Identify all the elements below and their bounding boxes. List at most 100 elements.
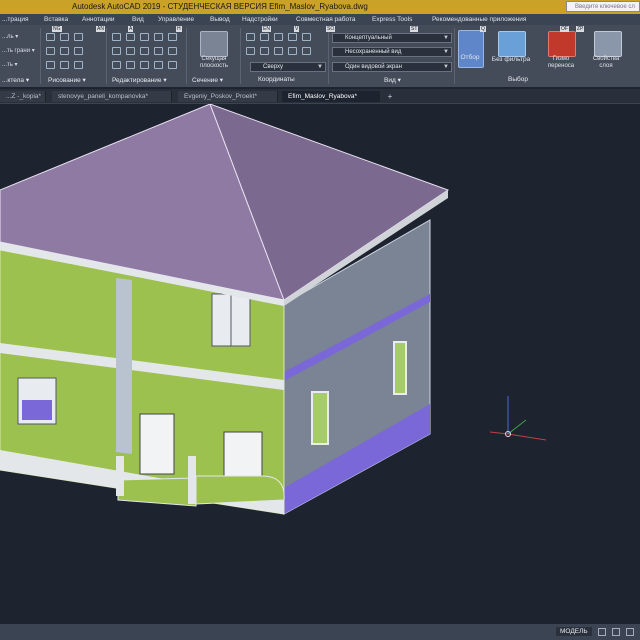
view-direction-dropdown[interactable]: Сверху ▼	[250, 62, 326, 72]
layer-properties-icon[interactable]	[594, 31, 622, 57]
ellipse-icon[interactable]	[74, 47, 83, 55]
side-window-lower	[311, 391, 329, 445]
polyline-icon[interactable]	[60, 33, 69, 41]
layer-properties-label[interactable]: Свойства слоя	[586, 56, 626, 70]
ucs-origin-icon[interactable]	[274, 33, 283, 41]
curved-terrace	[195, 475, 285, 505]
panel-label-draw[interactable]: Рисование ▾	[48, 76, 86, 84]
rotate-icon[interactable]	[126, 33, 135, 41]
copy-icon[interactable]	[154, 33, 163, 41]
rectangle-icon[interactable]	[60, 61, 69, 69]
move-gizmo-label[interactable]: Гизмо переноса	[538, 56, 584, 70]
panel-label-view[interactable]: Вид ▾	[384, 76, 401, 84]
key-badge: ST	[410, 26, 419, 32]
join-icon[interactable]	[140, 61, 149, 69]
grid-icon[interactable]	[598, 628, 606, 636]
menu-item-output[interactable]: Вывод	[210, 16, 230, 23]
panel-label-selection[interactable]: Выбор	[508, 76, 528, 83]
section-plane-label[interactable]: Секущая плоскость	[192, 56, 236, 70]
panel-separator	[40, 28, 41, 84]
no-filter-label[interactable]: Без фильтра	[486, 56, 536, 63]
side-door	[223, 431, 263, 477]
menu-item-manage[interactable]: Управление	[158, 16, 194, 23]
tab-document-1[interactable]: ...Z -_kopia*	[0, 91, 46, 102]
window-opening	[22, 400, 52, 420]
tab-document-3[interactable]: Evgeniy_Poskov_Proekt*	[178, 91, 278, 102]
porch-column	[188, 456, 196, 504]
mirror-icon[interactable]	[168, 33, 177, 41]
ucs-object-icon[interactable]	[274, 47, 283, 55]
visual-style-dropdown[interactable]: Концептуальный ▼	[332, 33, 452, 43]
ucs-icon[interactable]	[246, 33, 255, 41]
ucs-x-icon[interactable]	[288, 33, 297, 41]
menu-item-collaborate[interactable]: Совместная работа	[296, 16, 355, 23]
model-space-button[interactable]: МОДЕЛЬ	[556, 627, 592, 636]
add-tab-icon[interactable]: +	[385, 92, 395, 101]
explode-icon[interactable]	[126, 61, 135, 69]
search-input[interactable]: Введите ключевое сл	[566, 1, 640, 12]
ucs-face-icon[interactable]	[260, 47, 269, 55]
menu-item-express-tools[interactable]: Express Tools	[372, 16, 412, 23]
offset-icon[interactable]	[112, 61, 121, 69]
array-icon[interactable]	[154, 47, 163, 55]
arc-icon[interactable]	[46, 47, 55, 55]
break-icon[interactable]	[168, 61, 177, 69]
key-badge: A	[128, 26, 134, 32]
culling-button[interactable]	[458, 30, 484, 68]
tool-label-3[interactable]: ...ть ▾	[2, 61, 18, 68]
facade-pilaster	[116, 278, 132, 454]
ucs-view-icon[interactable]	[288, 47, 297, 55]
hatch-icon[interactable]	[74, 61, 83, 69]
menu-item-addins[interactable]: Надстройки	[242, 16, 278, 23]
ucs-z-icon[interactable]	[302, 47, 311, 55]
named-view-dropdown[interactable]: Несохраненный вид ▼	[332, 47, 452, 57]
chevron-down-icon: ▼	[443, 35, 449, 41]
no-filter-icon[interactable]	[498, 31, 526, 57]
menu-item-visualize[interactable]: ...трация	[2, 16, 29, 23]
panel-separator	[240, 28, 241, 84]
ucs-world-icon[interactable]	[260, 33, 269, 41]
tab-document-2[interactable]: stenovye_paneli_kompanovka*	[52, 91, 172, 102]
drawing-viewport[interactable]	[0, 103, 640, 624]
fillet-icon[interactable]	[112, 47, 121, 55]
menu-item-insert[interactable]: Вставка	[44, 16, 68, 23]
key-badge: NG	[52, 26, 62, 32]
move-icon[interactable]	[112, 33, 121, 41]
move-gizmo-icon[interactable]	[548, 31, 576, 57]
circle-icon[interactable]	[74, 33, 83, 41]
key-badge: H	[176, 26, 182, 32]
ucs-y-icon[interactable]	[302, 33, 311, 41]
erase-icon[interactable]	[168, 47, 177, 55]
viewport-config-value: Один видовой экран	[345, 64, 402, 70]
ucs-3point-icon[interactable]	[246, 47, 255, 55]
ucs-y-axis	[507, 419, 527, 435]
menu-item-annotate[interactable]: Аннотации	[82, 16, 115, 23]
menu-item-view[interactable]: Вид	[132, 16, 144, 23]
extend-icon[interactable]	[154, 61, 163, 69]
panel-label-section[interactable]: Сечение ▾	[192, 76, 223, 84]
polygon-icon[interactable]	[46, 61, 55, 69]
panel-label-modeling[interactable]: ...ктела ▾	[2, 76, 29, 84]
section-plane-icon[interactable]	[200, 31, 228, 57]
menu-icon[interactable]	[626, 628, 634, 636]
title-bar: Autodesk AutoCAD 2019 - СТУДЕНЧЕСКАЯ ВЕР…	[0, 0, 640, 14]
entrance-door	[139, 413, 175, 475]
trim-icon[interactable]	[140, 33, 149, 41]
scale-icon[interactable]	[140, 47, 149, 55]
key-badge: ZP	[576, 26, 585, 32]
spline-icon[interactable]	[60, 47, 69, 55]
window-title: Autodesk AutoCAD 2019 - СТУДЕНЧЕСКАЯ ВЕР…	[72, 2, 368, 11]
menu-item-featured-apps[interactable]: Рекомендованные приложения	[432, 16, 526, 23]
panel-label-coordinates[interactable]: Координаты	[258, 76, 295, 83]
line-icon[interactable]	[46, 33, 55, 41]
stretch-icon[interactable]	[126, 47, 135, 55]
tool-label-1[interactable]: ...ль ▾	[2, 33, 18, 40]
panel-label-modify[interactable]: Редактирование ▾	[112, 76, 167, 84]
tool-label-2[interactable]: ...ть грани ▾	[2, 47, 35, 54]
viewport-config-dropdown[interactable]: Один видовой экран ▼	[332, 62, 452, 72]
panel-separator	[328, 28, 329, 84]
snap-icon[interactable]	[612, 628, 620, 636]
view-direction-value: Сверху	[263, 64, 284, 70]
tab-document-4[interactable]: Efim_Maslov_Ryabova*	[282, 91, 380, 102]
ucs-x-axis	[507, 433, 547, 441]
